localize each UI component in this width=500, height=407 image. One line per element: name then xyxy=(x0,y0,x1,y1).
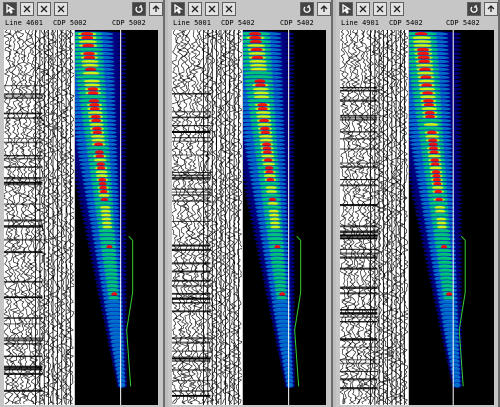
window-toolbar xyxy=(336,0,498,18)
spectral-panel[interactable] xyxy=(243,30,326,405)
line-label: Line 4901 xyxy=(341,19,379,27)
spectral-image xyxy=(409,30,494,405)
pan-icon[interactable] xyxy=(37,2,51,16)
zoom-icon[interactable] xyxy=(356,2,370,16)
pointer-arrow-icon[interactable] xyxy=(3,2,17,16)
pan-icon[interactable] xyxy=(373,2,387,16)
refresh-icon[interactable] xyxy=(300,2,314,16)
cursor-icon[interactable] xyxy=(390,2,404,16)
pan-icon[interactable] xyxy=(205,2,219,16)
cdp-label-spectral: CDP 5002 xyxy=(112,19,146,27)
zoom-icon[interactable] xyxy=(188,2,202,16)
spectral-panel[interactable] xyxy=(75,30,158,405)
refresh-icon[interactable] xyxy=(132,2,146,16)
seismic-trace-panel[interactable] xyxy=(172,30,242,405)
line-label: Line 4601 xyxy=(5,19,43,27)
cdp-label-seismic: CDP 5402 xyxy=(221,19,255,27)
spectral-image xyxy=(75,30,158,405)
seismic-traces xyxy=(4,30,74,405)
up-arrow-icon[interactable] xyxy=(484,2,498,16)
seismic-window-1: Line 4601 CDP 5002 CDP 5002 xyxy=(0,0,165,407)
desktop: Line 4601 CDP 5002 CDP 5002 Line 5001 CD… xyxy=(0,0,500,407)
cursor-icon[interactable] xyxy=(222,2,236,16)
cursor-icon[interactable] xyxy=(54,2,68,16)
seismic-traces xyxy=(172,30,242,405)
seismic-traces xyxy=(340,30,408,405)
pointer-arrow-icon[interactable] xyxy=(339,2,353,16)
cdp-label-spectral: CDP 5402 xyxy=(280,19,314,27)
window-labels: Line 5001 CDP 5402 CDP 5402 xyxy=(168,18,331,29)
cdp-label-spectral: CDP 5402 xyxy=(446,19,480,27)
up-arrow-icon[interactable] xyxy=(149,2,163,16)
spectral-image xyxy=(243,30,326,405)
line-label: Line 5001 xyxy=(173,19,211,27)
cdp-label-seismic: CDP 5402 xyxy=(389,19,423,27)
pointer-arrow-icon[interactable] xyxy=(171,2,185,16)
seismic-window-3: Line 4901 CDP 5402 CDP 5402 xyxy=(336,0,500,407)
seismic-trace-panel[interactable] xyxy=(4,30,74,405)
zoom-icon[interactable] xyxy=(20,2,34,16)
window-labels: Line 4901 CDP 5402 CDP 5402 xyxy=(336,18,498,29)
window-toolbar xyxy=(168,0,331,18)
seismic-trace-panel[interactable] xyxy=(340,30,408,405)
window-toolbar xyxy=(0,0,163,18)
up-arrow-icon[interactable] xyxy=(317,2,331,16)
spectral-panel[interactable] xyxy=(409,30,494,405)
refresh-icon[interactable] xyxy=(467,2,481,16)
window-labels: Line 4601 CDP 5002 CDP 5002 xyxy=(0,18,163,29)
seismic-window-2: Line 5001 CDP 5402 CDP 5402 xyxy=(168,0,333,407)
cdp-label-seismic: CDP 5002 xyxy=(53,19,87,27)
